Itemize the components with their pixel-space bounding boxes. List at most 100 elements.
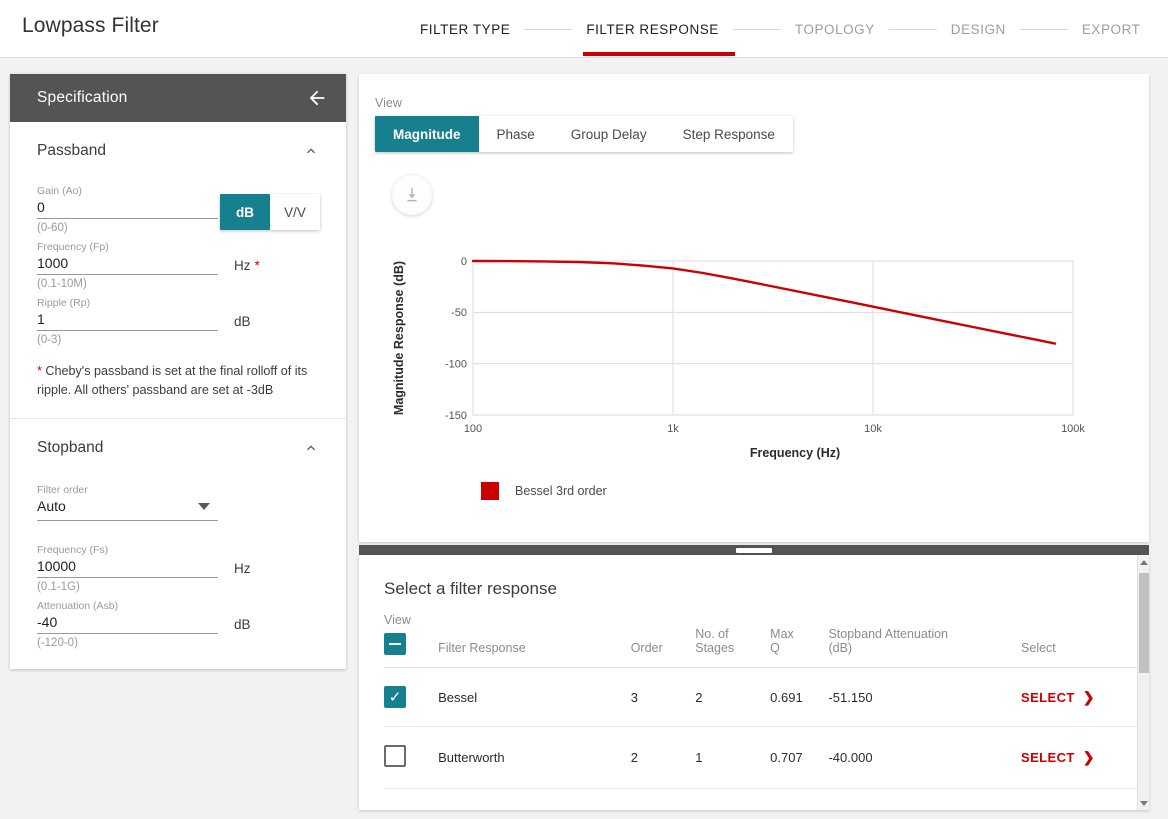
specification-panel: Specification Passband Gain (Ao) (0-60) bbox=[10, 74, 346, 669]
select-button-bessel[interactable]: SELECT ❯ bbox=[1021, 689, 1095, 706]
chevron-right-icon: ❯ bbox=[1082, 688, 1095, 705]
gain-unit-vv[interactable]: V/V bbox=[270, 194, 320, 230]
required-marker: * bbox=[254, 258, 260, 273]
table-scrollbar[interactable] bbox=[1137, 555, 1149, 810]
scrollbar-thumb[interactable] bbox=[1139, 573, 1149, 673]
select-button-butterworth[interactable]: SELECT ❯ bbox=[1021, 749, 1095, 766]
gain-field: Gain (Ao) (0-60) dB V/V bbox=[37, 184, 320, 236]
row-select-cell: SELECT ❯ bbox=[1021, 667, 1146, 727]
table-title: Select a filter response bbox=[384, 579, 557, 598]
select-button-label: SELECT bbox=[1021, 689, 1075, 705]
passband-section: Passband Gain (Ao) (0-60) dB V/V Frequen… bbox=[10, 122, 346, 400]
step-separator bbox=[524, 28, 573, 30]
row-filter-name: Butterworth bbox=[438, 726, 631, 789]
gain-input[interactable] bbox=[37, 198, 218, 219]
ripple-input[interactable] bbox=[37, 310, 218, 331]
svg-text:100: 100 bbox=[464, 423, 482, 435]
chevron-up-icon[interactable] bbox=[303, 143, 319, 159]
ripple-hint: (0-3) bbox=[37, 334, 62, 346]
y-axis-title: Magnitude Response (dB) bbox=[392, 261, 406, 415]
row-checkbox-cell: ✓ bbox=[384, 667, 439, 727]
svg-text:-100: -100 bbox=[445, 359, 467, 371]
step-export[interactable]: EXPORT bbox=[1082, 22, 1141, 37]
row-stopband-attenuation: -51.150 bbox=[828, 667, 1022, 727]
x-axis-title: Frequency (Hz) bbox=[750, 446, 840, 460]
svg-text:100k: 100k bbox=[1061, 423, 1085, 435]
select-all-checkbox[interactable] bbox=[384, 633, 406, 655]
row-filter-name: Bessel bbox=[438, 667, 631, 727]
step-design[interactable]: DESIGN bbox=[951, 22, 1006, 37]
tab-group-delay[interactable]: Group Delay bbox=[553, 116, 665, 152]
step-topology[interactable]: TOPOLOGY bbox=[795, 22, 875, 37]
indeterminate-dash-icon bbox=[389, 642, 401, 646]
svg-text:-50: -50 bbox=[451, 307, 467, 319]
stopband-frequency-input[interactable] bbox=[37, 557, 218, 578]
active-step-indicator bbox=[583, 52, 735, 56]
column-header-order: Order bbox=[630, 613, 696, 668]
magnitude-response-chart: 0 -50 -100 -150 100 1k 10k 100k Magnitud… bbox=[392, 256, 1086, 460]
step-filter-type[interactable]: FILTER TYPE bbox=[420, 22, 510, 37]
view-tabs: Magnitude Phase Group Delay Step Respons… bbox=[375, 116, 793, 152]
filter-order-select[interactable]: Auto bbox=[37, 497, 218, 521]
chevron-up-icon[interactable] bbox=[303, 440, 319, 456]
chart-gridlines bbox=[472, 260, 1074, 416]
row-checkbox-butterworth[interactable] bbox=[384, 745, 406, 767]
row-stages: 2 bbox=[695, 667, 771, 727]
gain-unit-db[interactable]: dB bbox=[220, 194, 270, 230]
passband-section-header[interactable]: Passband bbox=[37, 122, 319, 180]
passband-frequency-input[interactable] bbox=[37, 254, 218, 275]
column-header-view: View bbox=[384, 613, 439, 668]
splitter-handle[interactable] bbox=[736, 548, 772, 553]
stopband-frequency-unit: Hz bbox=[234, 561, 251, 576]
filter-order-label: Filter order bbox=[37, 484, 88, 496]
row-max-q: 0.707 bbox=[770, 726, 829, 789]
column-header-stages: No. of Stages bbox=[695, 613, 771, 668]
svg-text:0: 0 bbox=[461, 256, 467, 268]
chart-panel: View Magnitude Phase Group Delay Step Re… bbox=[359, 74, 1149, 542]
stepper-nav: FILTER TYPE FILTER RESPONSE TOPOLOGY DES… bbox=[420, 0, 1140, 58]
table-row[interactable]: ✓ Bessel 3 2 0.691 -51.150 SELECT ❯ bbox=[384, 667, 1146, 727]
column-header-view-label: View bbox=[384, 613, 411, 627]
row-order: 3 bbox=[630, 667, 696, 727]
step-separator bbox=[1019, 28, 1068, 30]
series-bessel-3rd-order bbox=[471, 259, 1057, 345]
row-checkbox-cell bbox=[384, 726, 439, 789]
step-filter-response[interactable]: FILTER RESPONSE bbox=[586, 22, 719, 37]
top-header: Lowpass Filter FILTER TYPE FILTER RESPON… bbox=[0, 0, 1168, 58]
passband-note: * Cheby's passband is set at the final r… bbox=[37, 362, 319, 400]
attenuation-field: Attenuation (Asb) dB (-120-0) bbox=[37, 599, 319, 651]
attenuation-input[interactable] bbox=[37, 613, 218, 634]
scroll-down-button[interactable] bbox=[1138, 796, 1150, 810]
panel-splitter[interactable] bbox=[359, 545, 1149, 555]
triangle-up-icon bbox=[1140, 559, 1148, 565]
svg-text:1k: 1k bbox=[667, 423, 679, 435]
row-stopband-attenuation: -40.000 bbox=[828, 726, 1022, 789]
row-checkbox-bessel[interactable]: ✓ bbox=[384, 686, 406, 708]
tab-phase[interactable]: Phase bbox=[479, 116, 553, 152]
tab-step-response[interactable]: Step Response bbox=[665, 116, 793, 152]
attenuation-hint: (-120-0) bbox=[37, 637, 78, 649]
y-axis-tick-labels: 0 -50 -100 -150 bbox=[445, 256, 467, 422]
view-label: View bbox=[375, 96, 402, 110]
stopband-section-header[interactable]: Stopband bbox=[37, 419, 319, 477]
stopband-title: Stopband bbox=[37, 439, 104, 456]
gain-unit-toggle: dB V/V bbox=[220, 194, 320, 230]
filter-response-table-panel: Select a filter response View Filter Res… bbox=[359, 555, 1149, 810]
row-select-cell: SELECT ❯ bbox=[1021, 726, 1146, 789]
back-arrow-icon[interactable] bbox=[306, 87, 328, 109]
stopband-frequency-field: Frequency (Fs) Hz (0.1-1G) bbox=[37, 543, 319, 595]
x-axis-tick-labels: 100 1k 10k 100k bbox=[464, 423, 1086, 435]
legend-swatch bbox=[481, 482, 499, 500]
passband-frequency-unit: Hz bbox=[234, 258, 251, 273]
row-order: 2 bbox=[630, 726, 696, 789]
tab-magnitude[interactable]: Magnitude bbox=[375, 116, 479, 152]
table-row[interactable]: Butterworth 2 1 0.707 -40.000 SELECT ❯ bbox=[384, 726, 1146, 789]
scroll-up-button[interactable] bbox=[1138, 555, 1150, 569]
attenuation-label: Attenuation (Asb) bbox=[37, 600, 119, 612]
check-icon: ✓ bbox=[388, 688, 402, 706]
svg-text:-150: -150 bbox=[445, 410, 467, 422]
step-separator bbox=[888, 28, 937, 30]
passband-frequency-hint: (0.1-10M) bbox=[37, 278, 87, 290]
stopband-section: Stopband Filter order Auto Frequency (Fs… bbox=[10, 419, 346, 669]
step-separator bbox=[732, 28, 781, 30]
